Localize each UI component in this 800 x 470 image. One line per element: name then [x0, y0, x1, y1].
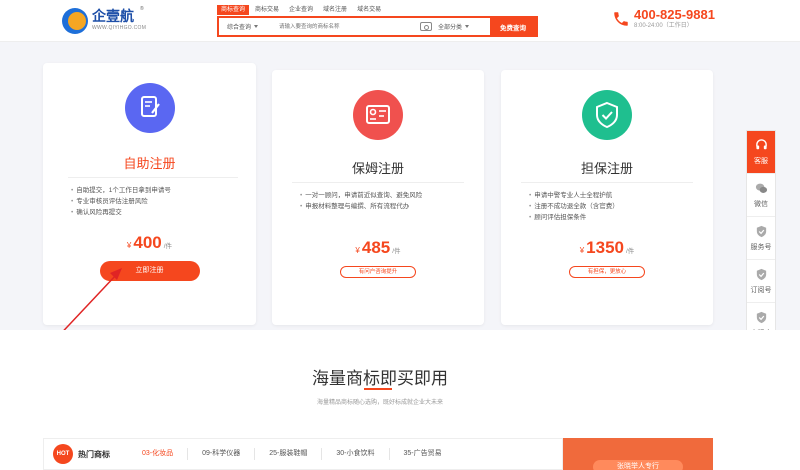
title-underline [364, 388, 392, 390]
sidebar-item-subscription[interactable]: 订阅号 [747, 260, 775, 303]
headset-icon [755, 138, 767, 149]
category-tab-advertising[interactable]: 35-广告贸易 [388, 448, 456, 460]
promo-banner[interactable]: 张晓举人专行 [563, 438, 713, 470]
category-tab-apparel[interactable]: 25-服装鞋帽 [254, 448, 321, 460]
promo-button[interactable]: 张晓举人专行 [593, 460, 683, 470]
sidebar-item-customer-service[interactable]: 客服 [747, 131, 775, 174]
check-badge-icon [756, 268, 766, 280]
hot-badge-icon: HOT [53, 444, 73, 464]
category-tab-cosmetics[interactable]: 03-化妆品 [128, 448, 187, 460]
sidebar-item-service-account[interactable]: 服务号 [747, 217, 775, 260]
wechat-icon [755, 183, 767, 193]
check-badge-icon [756, 311, 766, 323]
sidebar-label: 订阅号 [750, 286, 772, 294]
category-tab-snacks[interactable]: 30-小食饮料 [321, 448, 388, 460]
sidebar-label: 微信 [754, 200, 768, 208]
sidebar-item-wechat[interactable]: 微信 [747, 174, 775, 217]
section-title: 海量商标即买即用 [312, 369, 448, 388]
hot-trademark-bar: HOT 热门商标 03-化妆品 09-科学仪器 25-服装鞋帽 30-小食饮料 … [43, 438, 563, 470]
check-badge-icon [756, 225, 766, 237]
category-tab-instruments[interactable]: 09-科学仪器 [187, 448, 254, 460]
sidebar-label: 客服 [754, 157, 768, 165]
sidebar-label: 服务号 [750, 243, 772, 251]
hot-label: 热门商标 [78, 449, 110, 459]
section-subtitle: 海量精品商标随心选购，既好标成就企业大未来 [316, 400, 443, 406]
